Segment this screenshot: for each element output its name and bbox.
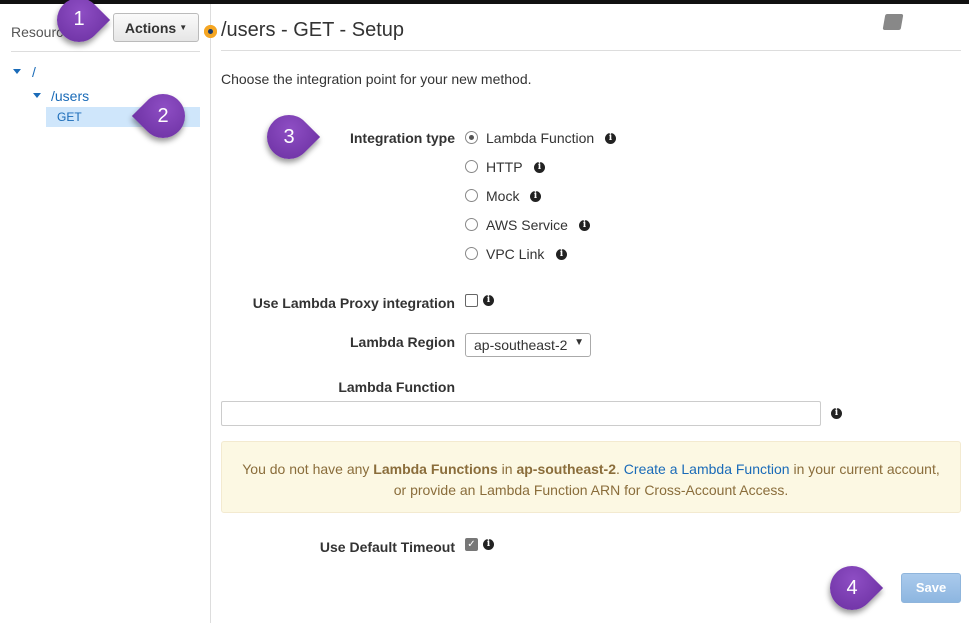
alert-bold: Lambda Functions: [373, 461, 498, 477]
callout-number: 4: [846, 577, 858, 599]
option-vpc-link[interactable]: VPC Link: [486, 246, 544, 262]
alert-bold: ap-southeast-2: [516, 461, 617, 477]
info-icon[interactable]: i: [483, 295, 494, 306]
tree-item-root[interactable]: /: [32, 64, 36, 80]
alert-text: in your current account,: [789, 461, 940, 477]
radio-vpc-link[interactable]: [465, 247, 478, 260]
drag-handle[interactable]: [204, 25, 217, 38]
proxy-label: Use Lambda Proxy integration: [252, 295, 455, 311]
region-value: ap-southeast-2: [474, 337, 568, 353]
info-icon[interactable]: i: [534, 162, 545, 173]
region-select[interactable]: ap-southeast-2 ▼: [465, 333, 591, 357]
alert-text: .: [616, 461, 624, 477]
region-label: Lambda Region: [349, 334, 455, 350]
radio-aws-service[interactable]: [465, 218, 478, 231]
timeout-checkbox[interactable]: ✓: [465, 538, 478, 551]
divider: [11, 51, 200, 52]
caret-down-icon: ▼: [179, 23, 188, 32]
book-icon[interactable]: [882, 14, 904, 30]
actions-button[interactable]: Actions ▼: [113, 13, 199, 42]
info-icon[interactable]: i: [579, 220, 590, 231]
alert-text: or provide an Lambda Function ARN for Cr…: [393, 482, 789, 498]
option-lambda[interactable]: Lambda Function: [486, 130, 594, 146]
radio-http[interactable]: [465, 160, 478, 173]
radio-mock[interactable]: [465, 189, 478, 202]
expand-icon[interactable]: [33, 93, 41, 98]
option-aws-service[interactable]: AWS Service: [486, 217, 568, 233]
actions-label: Actions: [124, 19, 177, 36]
intro-text: Choose the integration point for your ne…: [221, 71, 532, 87]
info-icon[interactable]: i: [530, 191, 541, 202]
function-label: Lambda Function: [338, 379, 455, 395]
tree-item-users[interactable]: /users: [51, 88, 89, 104]
callout-number: 1: [73, 8, 85, 30]
callout-number: 3: [283, 126, 295, 148]
info-icon[interactable]: i: [831, 408, 842, 419]
callout-number: 2: [157, 105, 169, 127]
create-lambda-link[interactable]: Create a Lambda Function: [624, 461, 790, 477]
option-http[interactable]: HTTP: [486, 159, 523, 175]
divider: [221, 50, 961, 51]
info-icon[interactable]: i: [605, 133, 616, 144]
info-icon[interactable]: i: [483, 539, 494, 550]
radio-lambda[interactable]: [465, 131, 478, 144]
alert-text: in: [497, 461, 517, 477]
page-title: /users - GET - Setup: [221, 19, 405, 41]
save-button[interactable]: Save: [901, 573, 961, 603]
option-mock[interactable]: Mock: [486, 188, 519, 204]
chevron-down-icon: ▼: [574, 337, 584, 348]
alert-box: You do not have any Lambda Functions in …: [221, 441, 961, 513]
alert-text: You do not have any: [242, 461, 374, 477]
proxy-checkbox[interactable]: [465, 294, 478, 307]
lambda-function-input[interactable]: [221, 401, 821, 426]
expand-icon[interactable]: [13, 69, 21, 74]
info-icon[interactable]: i: [556, 249, 567, 260]
timeout-label: Use Default Timeout: [319, 539, 455, 555]
